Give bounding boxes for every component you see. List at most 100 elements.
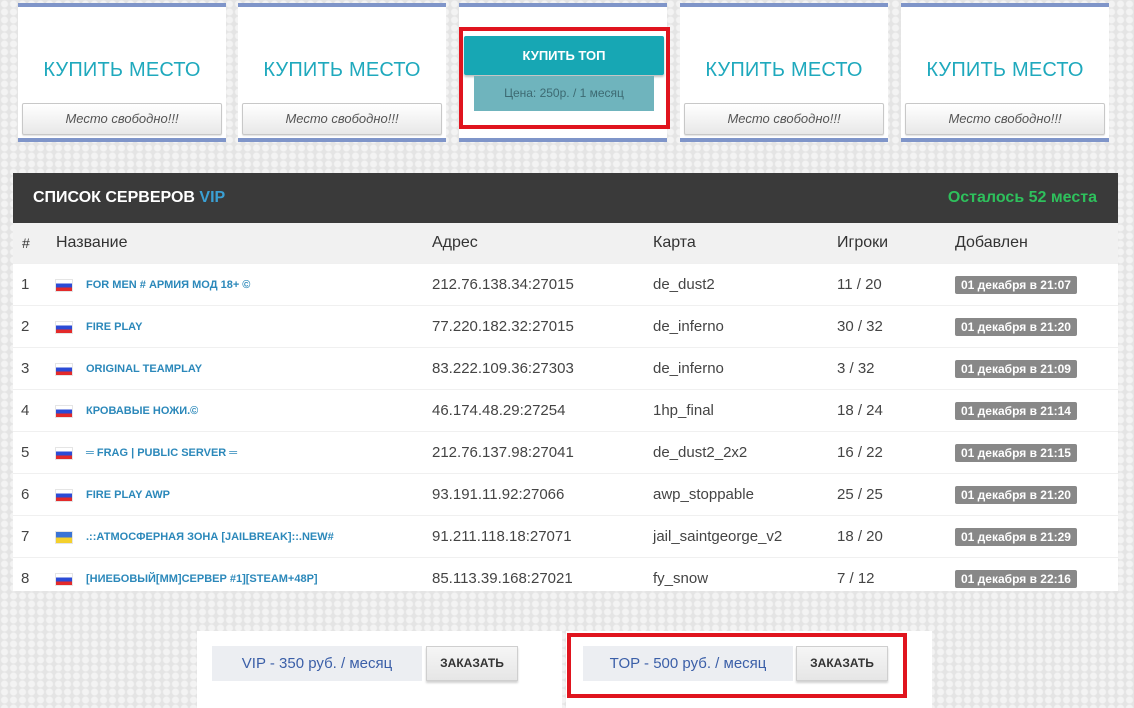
row-number: 1 (13, 263, 56, 306)
panel-title-text: СПИСОК СЕРВЕРОВ (33, 189, 195, 206)
buy-slot-link[interactable]: КУПИТЬ МЕСТО (901, 59, 1109, 82)
server-players: 18 / 20 (837, 515, 955, 558)
table-row[interactable]: 6 FIRE PLAY AWP 93.191.11.92:27066 awp_stop… (13, 473, 1118, 516)
column-header-map: Карта (653, 223, 837, 264)
server-name-cell[interactable]: .::АТМОСФЕРНАЯ ЗОНА [JAILBREAK]::.NEW# (56, 515, 432, 558)
order-box-vip: VIP - 350 руб. / месяц ЗАКАЗАТЬ (197, 631, 562, 708)
table-row[interactable]: 5 ═ FRAG | PUBLIC SERVER ═ 212.76.137.98:2… (13, 431, 1118, 474)
table-row[interactable]: 1 FOR MEN # АРМИЯ МОД 18+ © 212.76.138.34:… (13, 263, 1118, 306)
server-address[interactable]: 93.191.11.92:27066 (432, 473, 653, 516)
server-name-cell[interactable]: КРОВАВЫЕ НОЖИ.© (56, 389, 432, 432)
server-map: de_inferno (653, 347, 837, 390)
server-name-link[interactable]: ORIGINAL TEAMPLAY (86, 363, 202, 375)
server-players: 18 / 24 (837, 389, 955, 432)
server-name-link[interactable]: КРОВАВЫЕ НОЖИ.© (86, 405, 198, 417)
added-date-cell: 01 декабря в 21:07 (955, 263, 1118, 306)
server-name-cell[interactable]: FOR MEN # АРМИЯ МОД 18+ © (56, 263, 432, 306)
ru-flag-icon (56, 447, 72, 459)
ru-flag-icon (56, 573, 72, 585)
table-header-row: # Название Адрес Карта Игроки Добавлен (13, 223, 1118, 264)
server-players: 7 / 12 (837, 557, 955, 599)
ua-flag-icon (56, 531, 72, 543)
added-date-badge: 01 декабря в 21:20 (955, 317, 1077, 336)
server-name-cell[interactable]: FIRE PLAY AWP (56, 473, 432, 516)
server-players: 11 / 20 (837, 263, 955, 306)
added-date-cell: 01 декабря в 21:14 (955, 389, 1118, 432)
column-header-num: # (13, 223, 56, 264)
server-address[interactable]: 212.76.137.98:27041 (432, 431, 653, 474)
server-name-cell[interactable]: ORIGINAL TEAMPLAY (56, 347, 432, 390)
buy-slot-link[interactable]: КУПИТЬ МЕСТО (680, 59, 888, 82)
server-map: awp_stoppable (653, 473, 837, 516)
column-header-players: Игроки (837, 223, 955, 264)
server-name-cell[interactable]: ═ FRAG | PUBLIC SERVER ═ (56, 431, 432, 474)
server-address[interactable]: 46.174.48.29:27254 (432, 389, 653, 432)
added-date-badge: 01 декабря в 21:07 (955, 275, 1077, 294)
order-vip-button[interactable]: ЗАКАЗАТЬ (426, 646, 518, 681)
server-name-link[interactable]: FIRE PLAY AWP (86, 489, 170, 501)
vip-price-label: VIP - 350 руб. / месяц (212, 646, 422, 681)
server-address[interactable]: 83.222.109.36:27303 (432, 347, 653, 390)
server-table: # Название Адрес Карта Игроки Добавлен 1… (13, 223, 1118, 599)
buy-slot-link[interactable]: КУПИТЬ МЕСТО (18, 59, 226, 82)
server-name-cell[interactable]: FIRE PLAY (56, 305, 432, 348)
row-number: 2 (13, 305, 56, 348)
server-map: jail_saintgeorge_v2 (653, 515, 837, 558)
added-date-badge: 01 декабря в 21:29 (955, 527, 1077, 546)
added-date-cell: 01 декабря в 21:20 (955, 305, 1118, 348)
added-date-cell: 01 декабря в 21:15 (955, 431, 1118, 474)
table-row[interactable]: 8 [НИЕБОВЫЙ[ММ]СЕРВЕР #1][STEAM+48P] 85.11… (13, 557, 1118, 599)
added-date-badge: 01 декабря в 21:15 (955, 443, 1077, 462)
buy-slot-link[interactable]: КУПИТЬ МЕСТО (238, 59, 446, 82)
ru-flag-icon (56, 321, 72, 333)
server-map: de_inferno (653, 305, 837, 348)
server-map: fy_snow (653, 557, 837, 599)
server-address[interactable]: 77.220.182.32:27015 (432, 305, 653, 348)
slot-card-4[interactable]: КУПИТЬ МЕСТО Место свободно!!! (680, 3, 888, 142)
table-row[interactable]: 4 КРОВАВЫЕ НОЖИ.© 46.174.48.29:27254 1hp_fi… (13, 389, 1118, 432)
row-number: 4 (13, 389, 56, 432)
slot-status: Место свободно!!! (684, 103, 884, 135)
added-date-badge: 01 декабря в 21:20 (955, 485, 1077, 504)
server-players: 3 / 32 (837, 347, 955, 390)
server-name-link[interactable]: FOR MEN # АРМИЯ МОД 18+ © (86, 279, 250, 291)
ru-flag-icon (56, 405, 72, 417)
server-players: 25 / 25 (837, 473, 955, 516)
row-number: 6 (13, 473, 56, 516)
column-header-address: Адрес (432, 223, 653, 264)
slot-card-5[interactable]: КУПИТЬ МЕСТО Место свободно!!! (901, 3, 1109, 142)
added-date-cell: 01 декабря в 21:29 (955, 515, 1118, 558)
table-row[interactable]: 3 ORIGINAL TEAMPLAY 83.222.109.36:27303 de_… (13, 347, 1118, 390)
vip-panel-header: СПИСОК СЕРВЕРОВ VIP Осталось 52 места (13, 173, 1118, 223)
panel-title: СПИСОК СЕРВЕРОВ VIP (33, 189, 225, 207)
row-number: 5 (13, 431, 56, 474)
added-date-badge: 01 декабря в 22:16 (955, 569, 1077, 588)
slot-card-1[interactable]: КУПИТЬ МЕСТО Место свободно!!! (18, 3, 226, 142)
table-row[interactable]: 2 FIRE PLAY 77.220.182.32:27015 de_inferno 3… (13, 305, 1118, 348)
server-address[interactable]: 212.76.138.34:27015 (432, 263, 653, 306)
vip-server-panel: СПИСОК СЕРВЕРОВ VIP Осталось 52 места # … (13, 173, 1118, 599)
server-name-link[interactable]: .::АТМОСФЕРНАЯ ЗОНА [JAILBREAK]::.NEW# (86, 531, 334, 543)
server-name-link[interactable]: FIRE PLAY (86, 321, 142, 333)
row-number: 8 (13, 557, 56, 599)
row-number: 3 (13, 347, 56, 390)
ru-flag-icon (56, 279, 72, 291)
server-name-link[interactable]: ═ FRAG | PUBLIC SERVER ═ (86, 447, 237, 459)
slot-card-2[interactable]: КУПИТЬ МЕСТО Место свободно!!! (238, 3, 446, 142)
server-name-link[interactable]: [НИЕБОВЫЙ[ММ]СЕРВЕР #1][STEAM+48P] (86, 573, 318, 585)
server-players: 16 / 22 (837, 431, 955, 474)
slot-status: Место свободно!!! (22, 103, 222, 135)
server-name-cell[interactable]: [НИЕБОВЫЙ[ММ]СЕРВЕР #1][STEAM+48P] (56, 557, 432, 599)
server-map: 1hp_final (653, 389, 837, 432)
added-date-badge: 01 декабря в 21:09 (955, 359, 1077, 378)
ru-flag-icon (56, 363, 72, 375)
server-map: de_dust2 (653, 263, 837, 306)
table-row[interactable]: 7 .::АТМОСФЕРНАЯ ЗОНА [JAILBREAK]::.NEW# 9… (13, 515, 1118, 558)
server-address[interactable]: 85.113.39.168:27021 (432, 557, 653, 599)
column-header-name: Название (56, 223, 432, 264)
ru-flag-icon (56, 489, 72, 501)
server-address[interactable]: 91.211.118.18:27071 (432, 515, 653, 558)
slot-status: Место свободно!!! (905, 103, 1105, 135)
row-number: 7 (13, 515, 56, 558)
highlight-frame (567, 633, 907, 698)
